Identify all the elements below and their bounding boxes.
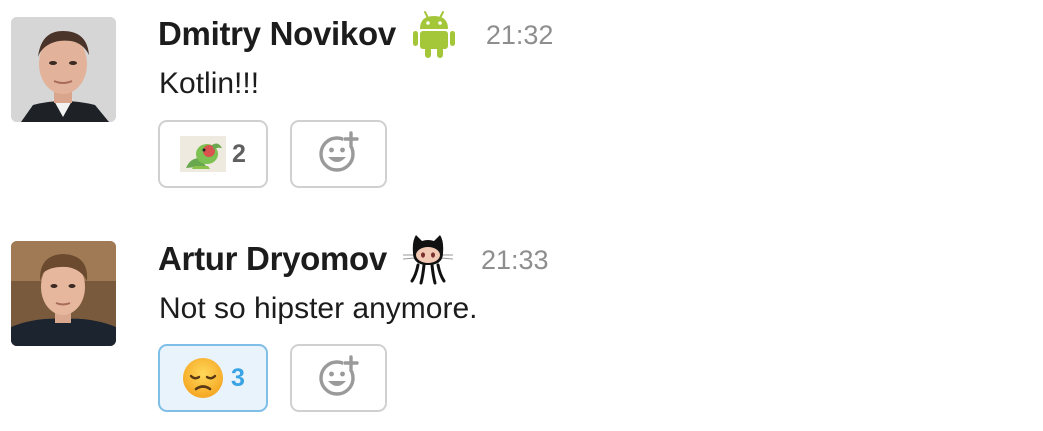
- reaction-parrot[interactable]: 2: [158, 120, 268, 188]
- reaction-count: 2: [232, 139, 246, 168]
- message-text: Not so hipster anymore.: [159, 292, 478, 325]
- reaction-disappointed[interactable]: 3: [158, 344, 268, 412]
- avatar[interactable]: [11, 241, 116, 346]
- add-reaction-icon: [317, 130, 361, 179]
- message-text: Kotlin!!!: [159, 67, 260, 100]
- add-reaction-button[interactable]: [290, 120, 387, 188]
- message-header: Artur Dryomov 21:33: [158, 235, 549, 285]
- message: Artur Dryomov 21:33 Not so hipster anymo…: [0, 225, 1043, 431]
- reactions-bar: 2: [158, 120, 387, 188]
- android-icon: [412, 9, 456, 59]
- author-name[interactable]: Artur Dryomov: [158, 240, 387, 278]
- avatar[interactable]: [11, 17, 116, 122]
- author-name[interactable]: Dmitry Novikov: [158, 15, 396, 53]
- timestamp[interactable]: 21:32: [486, 20, 554, 51]
- reactions-bar: 3: [158, 344, 387, 412]
- disappointed-face-emoji: [181, 356, 225, 400]
- reaction-count: 3: [231, 363, 245, 392]
- add-reaction-button[interactable]: [290, 344, 387, 412]
- add-reaction-icon: [317, 354, 361, 403]
- timestamp[interactable]: 21:33: [481, 245, 549, 276]
- message: Dmitry Novikov 21:32 Kotlin!!! 2: [0, 0, 1043, 215]
- message-header: Dmitry Novikov 21:32: [158, 11, 554, 58]
- parrot-emoji: [180, 136, 227, 172]
- octocat-icon: [402, 233, 453, 285]
